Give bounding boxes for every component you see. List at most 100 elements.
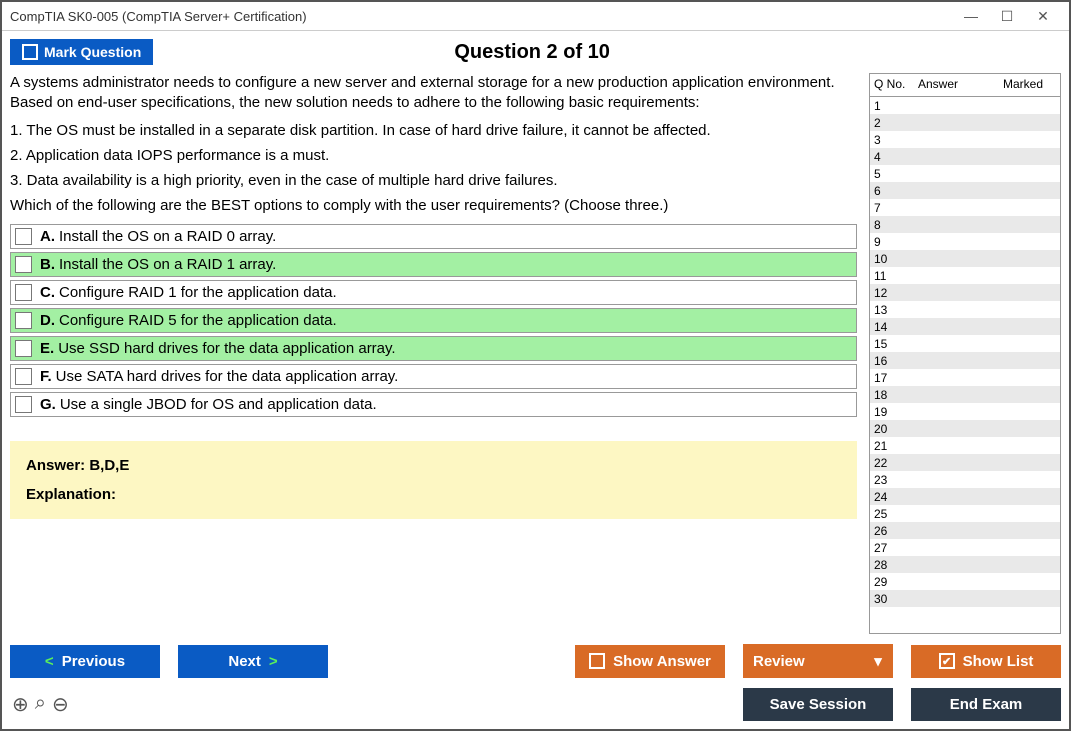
answer-box: Answer: B,D,E Explanation:: [10, 441, 857, 519]
show-list-button[interactable]: ✔ Show List: [911, 645, 1061, 678]
list-row[interactable]: 27: [870, 539, 1060, 556]
list-row[interactable]: 10: [870, 250, 1060, 267]
chevron-left-icon: <: [45, 653, 54, 670]
list-row[interactable]: 6: [870, 182, 1060, 199]
row-qno: 26: [870, 524, 914, 538]
list-row[interactable]: 18: [870, 386, 1060, 403]
checkbox-icon[interactable]: [15, 284, 32, 301]
row-qno: 27: [870, 541, 914, 555]
review-button[interactable]: Review ▾: [743, 644, 893, 678]
list-row[interactable]: 12: [870, 284, 1060, 301]
list-row[interactable]: 30: [870, 590, 1060, 607]
list-row[interactable]: 21: [870, 437, 1060, 454]
row-qno: 16: [870, 354, 914, 368]
list-row[interactable]: 29: [870, 573, 1060, 590]
list-row[interactable]: 16: [870, 352, 1060, 369]
list-row[interactable]: 25: [870, 505, 1060, 522]
previous-button[interactable]: < Previous: [10, 645, 160, 678]
list-row[interactable]: 1: [870, 97, 1060, 114]
list-row[interactable]: 13: [870, 301, 1060, 318]
show-answer-button[interactable]: Show Answer: [575, 645, 725, 678]
question-tail: Which of the following are the BEST opti…: [10, 197, 857, 214]
list-row[interactable]: 20: [870, 420, 1060, 437]
list-row[interactable]: 22: [870, 454, 1060, 471]
option-B[interactable]: B. Install the OS on a RAID 1 array.: [10, 252, 857, 277]
list-row[interactable]: 24: [870, 488, 1060, 505]
question-list-body[interactable]: 1234567891011121314151617181920212223242…: [870, 97, 1060, 633]
row-qno: 9: [870, 235, 914, 249]
row-qno: 18: [870, 388, 914, 402]
end-exam-label: End Exam: [950, 696, 1023, 713]
list-row[interactable]: 3: [870, 131, 1060, 148]
end-exam-button[interactable]: End Exam: [911, 688, 1061, 721]
row-qno: 6: [870, 184, 914, 198]
option-text: Install the OS on a RAID 1 array.: [59, 256, 276, 273]
option-E[interactable]: E. Use SSD hard drives for the data appl…: [10, 336, 857, 361]
row-qno: 22: [870, 456, 914, 470]
maximize-button[interactable]: ☐: [989, 8, 1025, 25]
checkbox-icon[interactable]: [15, 228, 32, 245]
list-row[interactable]: 14: [870, 318, 1060, 335]
question-heading: Question 2 of 10: [153, 41, 911, 64]
row-qno: 11: [870, 269, 914, 283]
row-qno: 2: [870, 116, 914, 130]
checkbox-icon[interactable]: [15, 256, 32, 273]
option-D[interactable]: D. Configure RAID 5 for the application …: [10, 308, 857, 333]
option-G[interactable]: G. Use a single JBOD for OS and applicat…: [10, 392, 857, 417]
show-answer-label: Show Answer: [613, 653, 711, 670]
list-row[interactable]: 28: [870, 556, 1060, 573]
row-qno: 4: [870, 150, 914, 164]
option-letter: F.: [40, 368, 52, 385]
list-row[interactable]: 5: [870, 165, 1060, 182]
option-letter: B.: [40, 256, 55, 273]
list-row[interactable]: 8: [870, 216, 1060, 233]
row-qno: 20: [870, 422, 914, 436]
checkbox-icon[interactable]: [15, 396, 32, 413]
requirement-1: 1. The OS must be installed in a separat…: [10, 122, 857, 139]
next-button[interactable]: Next >: [178, 645, 328, 678]
option-C[interactable]: C. Configure RAID 1 for the application …: [10, 280, 857, 305]
search-icon[interactable]: ⌕: [35, 692, 46, 717]
save-session-button[interactable]: Save Session: [743, 688, 893, 721]
row-qno: 29: [870, 575, 914, 589]
list-row[interactable]: 11: [870, 267, 1060, 284]
zoom-in-icon[interactable]: ⊕: [12, 692, 29, 717]
previous-label: Previous: [62, 653, 125, 670]
mark-question-button[interactable]: Mark Question: [10, 39, 153, 65]
next-label: Next: [228, 653, 261, 670]
option-text: Use SSD hard drives for the data applica…: [58, 340, 395, 357]
close-button[interactable]: ✕: [1025, 8, 1061, 25]
minimize-button[interactable]: —: [953, 8, 989, 24]
option-A[interactable]: A. Install the OS on a RAID 0 array.: [10, 224, 857, 249]
chevron-right-icon: >: [269, 653, 278, 670]
row-qno: 19: [870, 405, 914, 419]
explanation-label: Explanation:: [26, 486, 841, 503]
option-text: Configure RAID 5 for the application dat…: [59, 312, 337, 329]
option-letter: A.: [40, 228, 55, 245]
top-row: Mark Question Question 2 of 10: [10, 37, 1061, 67]
checkbox-icon[interactable]: [15, 312, 32, 329]
row-qno: 14: [870, 320, 914, 334]
app-window: CompTIA SK0-005 (CompTIA Server+ Certifi…: [0, 0, 1071, 731]
list-row[interactable]: 19: [870, 403, 1060, 420]
list-row[interactable]: 9: [870, 233, 1060, 250]
list-row[interactable]: 15: [870, 335, 1060, 352]
col-answer: Answer: [914, 74, 986, 96]
answer-label: Answer: B,D,E: [26, 457, 841, 474]
list-row[interactable]: 7: [870, 199, 1060, 216]
list-row[interactable]: 4: [870, 148, 1060, 165]
row-qno: 24: [870, 490, 914, 504]
zoom-out-icon[interactable]: ⊖: [52, 692, 69, 717]
option-F[interactable]: F. Use SATA hard drives for the data app…: [10, 364, 857, 389]
checkbox-icon[interactable]: [15, 340, 32, 357]
col-marked: Marked: [986, 74, 1060, 96]
list-row[interactable]: 17: [870, 369, 1060, 386]
row-qno: 25: [870, 507, 914, 521]
list-row[interactable]: 26: [870, 522, 1060, 539]
titlebar: CompTIA SK0-005 (CompTIA Server+ Certifi…: [2, 2, 1069, 31]
checkbox-icon[interactable]: [15, 368, 32, 385]
list-row[interactable]: 23: [870, 471, 1060, 488]
bottom-bar: < Previous Next > Show Answer Review ▾: [10, 644, 1061, 721]
list-row[interactable]: 2: [870, 114, 1060, 131]
row-qno: 17: [870, 371, 914, 385]
